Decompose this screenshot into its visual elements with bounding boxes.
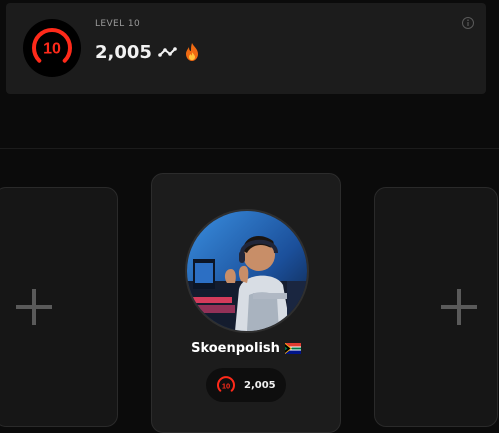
- player-nickname: Skoenpolish: [191, 341, 280, 356]
- empty-party-slot-left[interactable]: [0, 187, 118, 427]
- avatar-image: [187, 211, 307, 331]
- fire-icon: [185, 43, 198, 61]
- avatar: [185, 209, 309, 333]
- level-number: 10: [43, 41, 61, 58]
- section-divider: [0, 148, 499, 149]
- info-icon[interactable]: [461, 16, 475, 30]
- trend-line-icon: [158, 47, 177, 57]
- elo-value: 2,005: [95, 41, 152, 63]
- player-card[interactable]: Skoenpolish 10 2,005: [151, 173, 341, 433]
- player-elo-pill: 10 2,005: [206, 368, 286, 402]
- empty-party-slot-right[interactable]: [374, 187, 498, 427]
- player-level-number: 10: [222, 381, 230, 390]
- nickname-row: Skoenpolish: [152, 341, 340, 356]
- level-gauge-icon: 10: [217, 376, 235, 392]
- player-elo-value: 2,005: [244, 379, 276, 391]
- plus-icon: [16, 289, 52, 325]
- south-africa-flag-icon: [284, 343, 301, 354]
- level-label: LEVEL 10: [95, 19, 141, 29]
- level-gauge-icon: 10: [23, 19, 81, 77]
- elo-row: 2,005: [95, 40, 200, 64]
- level-card: 10 LEVEL 10 2,005: [6, 3, 486, 94]
- plus-icon: [441, 289, 477, 325]
